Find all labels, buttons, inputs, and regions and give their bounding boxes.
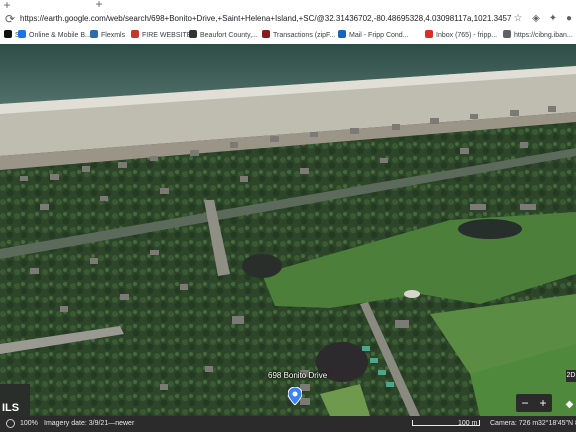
coordinates: 32°18'45"N 80°... <box>538 420 576 427</box>
bookmark-flexmls[interactable]: Flexmls <box>90 28 125 44</box>
location-pin-icon[interactable] <box>288 387 302 405</box>
zoom-in-button[interactable]: + <box>534 394 552 412</box>
units-badge: ILS <box>2 402 20 414</box>
view-2d-toggle[interactable]: 2D <box>566 370 576 382</box>
bookmark-favicon <box>338 30 346 38</box>
bookmarks-bar: S Online & Mobile B... Flexmls FIRE WEBS… <box>0 28 576 45</box>
bookmark-label: Flexmls <box>101 32 126 39</box>
extensions-puzzle-icon[interactable]: ✦ <box>547 13 559 25</box>
browser-toolbar: + + ⟳ https://earth.google.com/web/searc… <box>0 0 576 29</box>
bookmark-cibng[interactable]: https://cibng.iban... <box>503 28 573 44</box>
bookmark-inbox[interactable]: Inbox (765) - fripp... <box>425 28 497 44</box>
reload-icon[interactable]: ⟳ <box>4 11 16 27</box>
zoom-out-button[interactable]: − <box>516 394 534 412</box>
bookmark-star-icon[interactable]: ☆ <box>512 13 524 25</box>
bookmark-favicon <box>189 30 197 38</box>
bookmark-label: Online & Mobile B... <box>29 32 91 39</box>
zoom-control: − + <box>516 394 552 412</box>
bookmark-favicon <box>425 30 433 38</box>
place-label[interactable]: 698 Bonito Drive <box>268 371 327 380</box>
bookmark-favicon <box>18 30 26 38</box>
bookmark-favicon <box>262 30 270 38</box>
bookmark-favicon <box>4 30 12 38</box>
sand-trap <box>404 290 420 298</box>
imagery-date-text: Imagery date: 3/9/21 <box>44 420 109 427</box>
address-row: ⟳ https://earth.google.com/web/search/69… <box>0 10 576 28</box>
imagery-newer-link[interactable]: —newer <box>108 420 134 427</box>
bookmark-online-mobile[interactable]: Online & Mobile B... <box>18 28 91 44</box>
extension-icon[interactable]: ◈ <box>530 13 542 25</box>
globe-icon[interactable] <box>6 419 15 428</box>
bookmark-label: FIRE WEBSITE <box>142 32 192 39</box>
compass-icon[interactable]: ◆ <box>563 398 576 411</box>
bookmark-favicon <box>503 30 511 38</box>
bookmark-label: Transactions (zipF... <box>273 32 336 39</box>
address-bar[interactable]: https://earth.google.com/web/search/698+… <box>20 11 512 27</box>
tab-strip-icon[interactable]: + <box>0 0 14 11</box>
bookmark-label: Inbox (765) - fripp... <box>436 32 498 39</box>
bookmark-mail-fripp[interactable]: Mail - Fripp Cond... <box>338 28 409 44</box>
bookmark-favicon <box>90 30 98 38</box>
camera-altitude: Camera: 726 m <box>490 420 539 427</box>
pond <box>242 254 282 278</box>
new-tab-button[interactable]: + <box>92 0 106 10</box>
bookmark-fire-website[interactable]: FIRE WEBSITE <box>131 28 191 44</box>
profile-icon[interactable]: ● <box>563 13 575 25</box>
bookmark-label: Mail - Fripp Cond... <box>349 32 409 39</box>
bookmark-transactions[interactable]: Transactions (zipF... <box>262 28 335 44</box>
scale-label: 100 m <box>458 420 478 427</box>
pond <box>458 219 522 239</box>
zoom-level: 100% <box>20 420 38 427</box>
bookmark-favicon <box>131 30 139 38</box>
satellite-imagery[interactable] <box>0 44 576 416</box>
imagery-date: Imagery date: 3/9/21—newer <box>44 416 134 432</box>
bookmark-beaufort-county[interactable]: Beaufort County,... <box>189 28 258 44</box>
bookmark-label: https://cibng.iban... <box>514 32 573 39</box>
bookmark-label: Beaufort County,... <box>200 32 258 39</box>
status-bar: 100% Imagery date: 3/9/21—newer 100 m Ca… <box>0 416 576 432</box>
satellite-map-view[interactable]: 698 Bonito Drive <box>0 44 576 416</box>
